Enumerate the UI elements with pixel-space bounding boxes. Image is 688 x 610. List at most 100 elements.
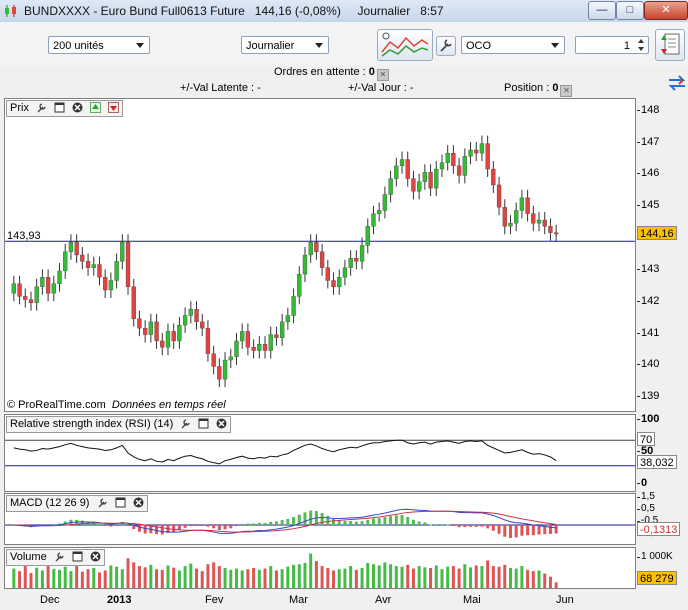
candle-body (34, 286, 39, 303)
date-axis-label: Avr (375, 594, 392, 606)
window-icon[interactable] (198, 418, 209, 429)
window-icon[interactable] (72, 551, 83, 562)
volume-bar (115, 566, 119, 588)
candle-body (382, 194, 388, 211)
wrench-icon[interactable] (54, 551, 65, 562)
candle-body (103, 277, 108, 291)
order-type-select[interactable]: OCO (461, 36, 565, 54)
volume-bar (360, 567, 364, 588)
volume-bar (223, 567, 227, 588)
settings-button[interactable] (436, 36, 456, 56)
rsi-panel[interactable]: Relative strength index (RSI) (14) (4, 414, 636, 492)
candle-body (542, 219, 547, 227)
move-up-icon[interactable] (90, 102, 102, 113)
macd-histogram-bar (200, 525, 204, 526)
volume-bar (411, 568, 415, 588)
rsi-panel-header: Relative strength index (RSI) (14) (6, 416, 232, 433)
macd-histogram-bar (172, 525, 176, 533)
volume-bar (46, 565, 50, 588)
close-panel-icon[interactable] (216, 418, 227, 429)
maximize-button[interactable]: □ (616, 1, 644, 20)
candle-body (428, 172, 433, 189)
candle-body (422, 172, 428, 182)
close-panel-icon[interactable] (72, 102, 83, 113)
volume-bar (155, 569, 159, 588)
candle-body (165, 331, 171, 348)
candle-body (445, 152, 450, 163)
move-down-icon[interactable] (108, 102, 120, 113)
macd-histogram-bar (377, 518, 381, 525)
minimize-button[interactable]: — (588, 1, 616, 20)
order-ticket-button[interactable] (655, 29, 685, 61)
macd-histogram-bar (463, 525, 467, 528)
candle-body (28, 299, 34, 303)
wrench-icon[interactable] (36, 102, 47, 113)
price-axis-tick: 143 (636, 262, 660, 275)
candle-body (171, 331, 176, 342)
candle-body (194, 308, 199, 323)
macd-histogram-bar (486, 525, 490, 529)
date-axis-label: Dec (40, 594, 60, 606)
candle-body (314, 242, 319, 252)
close-button[interactable]: ✕ (644, 1, 688, 20)
volume-bar (337, 569, 341, 588)
window-icon[interactable] (54, 102, 65, 113)
macd-panel-header: MACD (12 26 9) (6, 495, 148, 512)
candle-body (245, 331, 251, 348)
quantity-stepper[interactable]: 1 (575, 36, 649, 54)
pending-orders-value: 0 (368, 66, 375, 78)
candle-body (285, 315, 291, 323)
macd-axis-tick: 0,5 (637, 503, 655, 514)
wrench-icon[interactable] (180, 418, 191, 429)
candle-body (211, 353, 216, 367)
price-chart[interactable] (5, 99, 635, 411)
quantity-select[interactable]: 200 unités (48, 36, 150, 54)
volume-bar (40, 570, 44, 588)
swap-arrows-icon (668, 75, 686, 91)
macd-axis: 1,50,5-0,5-1,5 (636, 491, 688, 545)
volume-bar (548, 576, 552, 588)
candle-body (40, 277, 45, 287)
volume-bar (297, 564, 301, 588)
macd-histogram-bar (309, 510, 313, 525)
clear-pending-icon[interactable]: ✕ (376, 69, 389, 81)
volume-bar (18, 571, 22, 588)
chart-style-button[interactable] (377, 29, 433, 61)
price-axis-tick: 139 (636, 390, 660, 403)
candle-body (365, 226, 370, 246)
volume-bar (23, 566, 27, 588)
macd-histogram-bar (383, 517, 387, 525)
clear-position-icon[interactable]: ✕ (560, 85, 573, 97)
close-panel-icon[interactable] (90, 551, 101, 562)
volume-bar (12, 568, 16, 588)
volume-panel-title: Volume (10, 551, 47, 563)
rsi-panel-title: Relative strength index (RSI) (14) (10, 418, 174, 430)
volume-bar (234, 568, 238, 588)
volume-bar (280, 569, 284, 588)
volume-bar (349, 566, 353, 588)
volume-bar (394, 566, 398, 588)
close-panel-icon[interactable] (133, 497, 144, 508)
candle-body (468, 149, 473, 157)
candle-body (416, 181, 422, 192)
spinner-arrows-icon[interactable] (636, 37, 646, 53)
wrench-icon[interactable] (97, 497, 108, 508)
volume-bar (457, 568, 461, 588)
swap-arrows-button[interactable] (666, 72, 688, 94)
macd-histogram-bar (195, 525, 199, 526)
candle-body (405, 159, 410, 179)
volume-bar (537, 570, 541, 588)
macd-histogram-bar (280, 520, 284, 525)
period-select[interactable]: Journalier (241, 36, 329, 54)
candle-body (11, 283, 17, 294)
watermark-brand: © ProRealTime.com (7, 399, 106, 411)
macd-panel[interactable]: MACD (12 26 9) (4, 493, 636, 545)
price-axis-tick: 140 (636, 358, 660, 371)
volume-bar (86, 569, 90, 588)
volume-panel[interactable]: Volume (4, 547, 636, 589)
volume-bar (554, 582, 558, 588)
position-info: Position : 0 ✕ (504, 82, 573, 97)
macd-histogram-bar (371, 518, 375, 525)
price-panel[interactable]: Prix 143,93 © ProRealTime.com Données en… (4, 98, 636, 412)
window-icon[interactable] (115, 497, 126, 508)
